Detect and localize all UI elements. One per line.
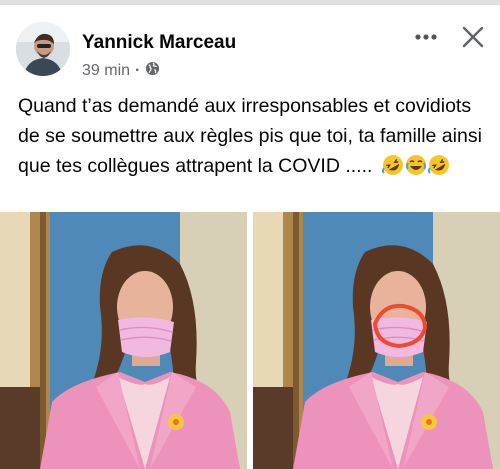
globe-icon[interactable] (145, 61, 160, 81)
rofl-emoji-icon (381, 155, 403, 175)
post-meta: 39 min · (82, 61, 160, 81)
rofl-emoji-icon (427, 155, 449, 175)
post-text: Quand t’as demandé aux irresponsables et… (18, 91, 494, 181)
meta-separator: · (135, 62, 141, 79)
more-options-icon (415, 34, 437, 40)
emoji-row (381, 154, 450, 176)
photo-left[interactable] (0, 212, 247, 469)
photo-grid (0, 212, 500, 469)
joy-emoji-icon (405, 155, 426, 175)
close-button[interactable] (458, 22, 488, 52)
avatar[interactable] (16, 22, 70, 76)
post-header: Yannick Marceau 39 min · (0, 5, 500, 85)
author-name[interactable]: Yannick Marceau (82, 32, 236, 54)
close-icon (462, 26, 484, 48)
post-time[interactable]: 39 min (82, 62, 130, 80)
photo-right[interactable] (253, 212, 500, 469)
more-options-button[interactable] (410, 25, 442, 49)
